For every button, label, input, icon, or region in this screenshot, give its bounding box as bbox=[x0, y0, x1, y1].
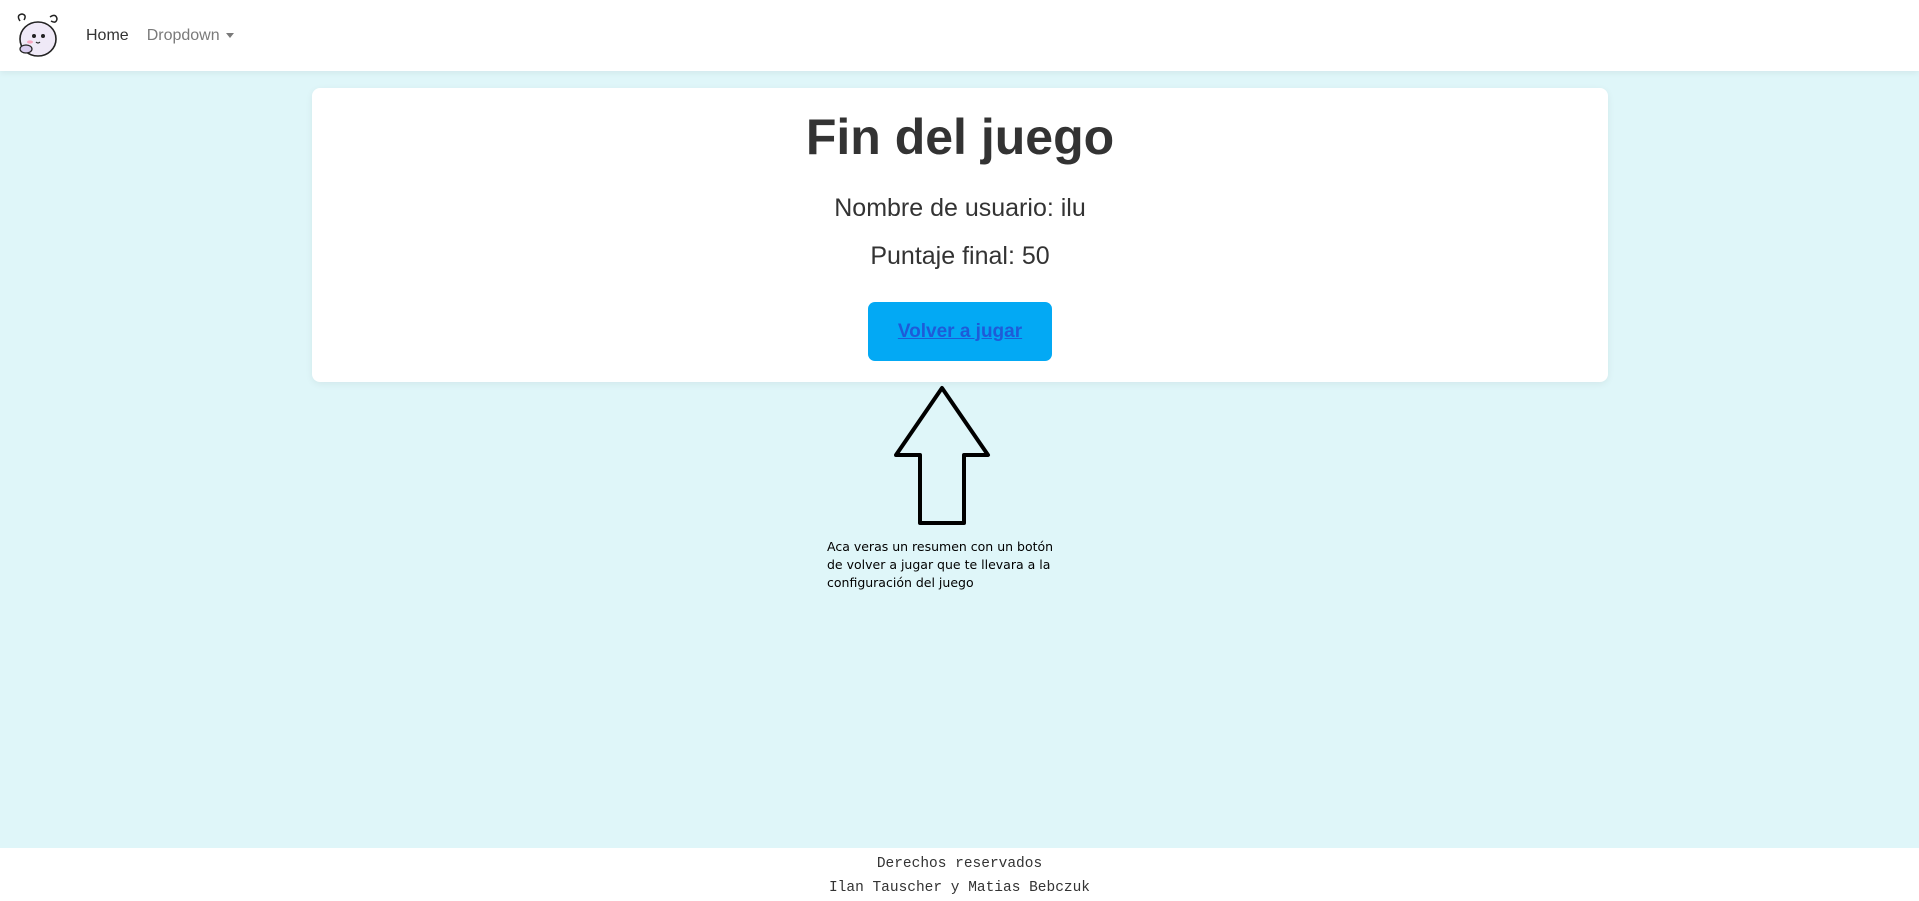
username-text: Nombre de usuario: ilu bbox=[834, 194, 1086, 222]
game-over-card: Fin del juego Nombre de usuario: ilu Pun… bbox=[312, 88, 1608, 382]
footer: Derechos reservados Ilan Tauscher y Mati… bbox=[0, 848, 1919, 901]
up-arrow-icon bbox=[894, 386, 990, 525]
mascot-logo-icon[interactable] bbox=[12, 11, 62, 61]
caret-down-icon bbox=[225, 33, 234, 38]
play-again-link[interactable]: Volver a jugar bbox=[898, 321, 1022, 343]
page-title: Fin del juego bbox=[805, 109, 1115, 165]
navbar: Home Dropdown bbox=[0, 0, 1919, 71]
final-score-text: Puntaje final: 50 bbox=[870, 242, 1050, 270]
play-again-button[interactable]: Volver a jugar bbox=[868, 302, 1052, 361]
annotation-text: Aca veras un resumen con un botón de vol… bbox=[827, 539, 1054, 590]
footer-authors: Ilan Tauscher y Matias Bebczuk bbox=[828, 880, 1091, 896]
nav-dropdown[interactable]: Dropdown bbox=[147, 27, 234, 45]
nav-dropdown-label: Dropdown bbox=[146, 26, 220, 44]
footer-rights: Derechos reservados bbox=[876, 856, 1043, 872]
nav-home[interactable]: Home bbox=[86, 27, 129, 45]
